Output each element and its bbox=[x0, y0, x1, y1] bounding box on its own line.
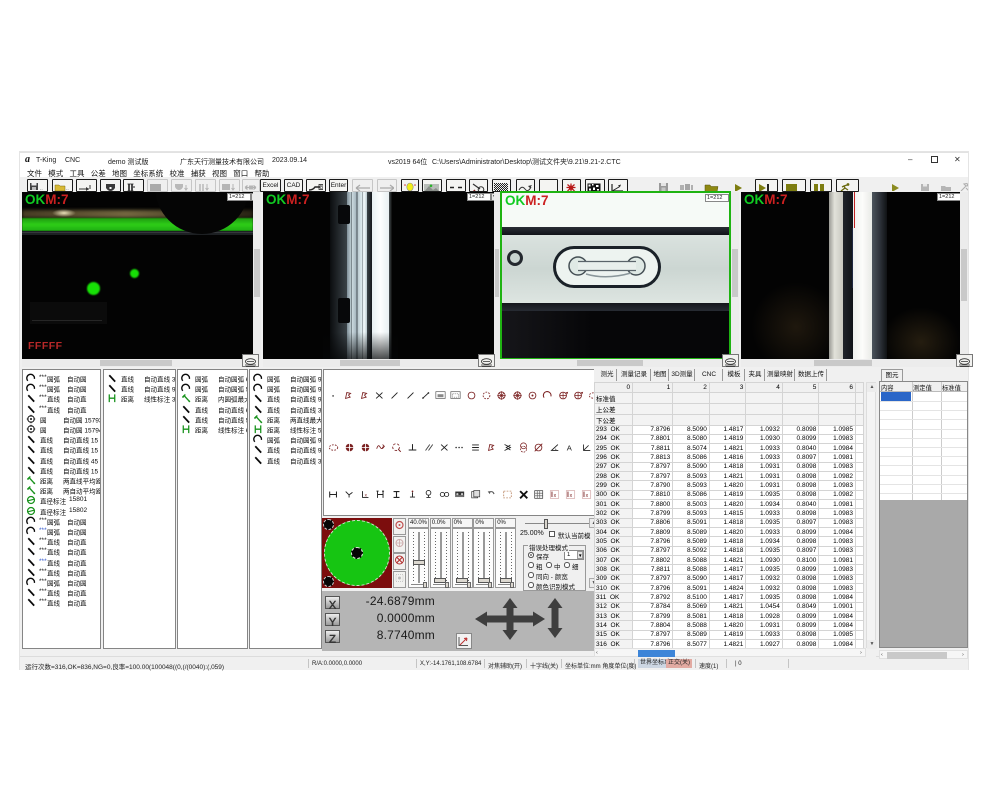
svg-text:Y: Y bbox=[329, 617, 337, 628]
svg-text:A: A bbox=[567, 443, 573, 452]
svg-text:Z: Z bbox=[329, 634, 336, 645]
svg-text:B: B bbox=[320, 185, 323, 191]
svg-text:x: x bbox=[364, 493, 367, 498]
svg-text:X: X bbox=[329, 600, 337, 611]
